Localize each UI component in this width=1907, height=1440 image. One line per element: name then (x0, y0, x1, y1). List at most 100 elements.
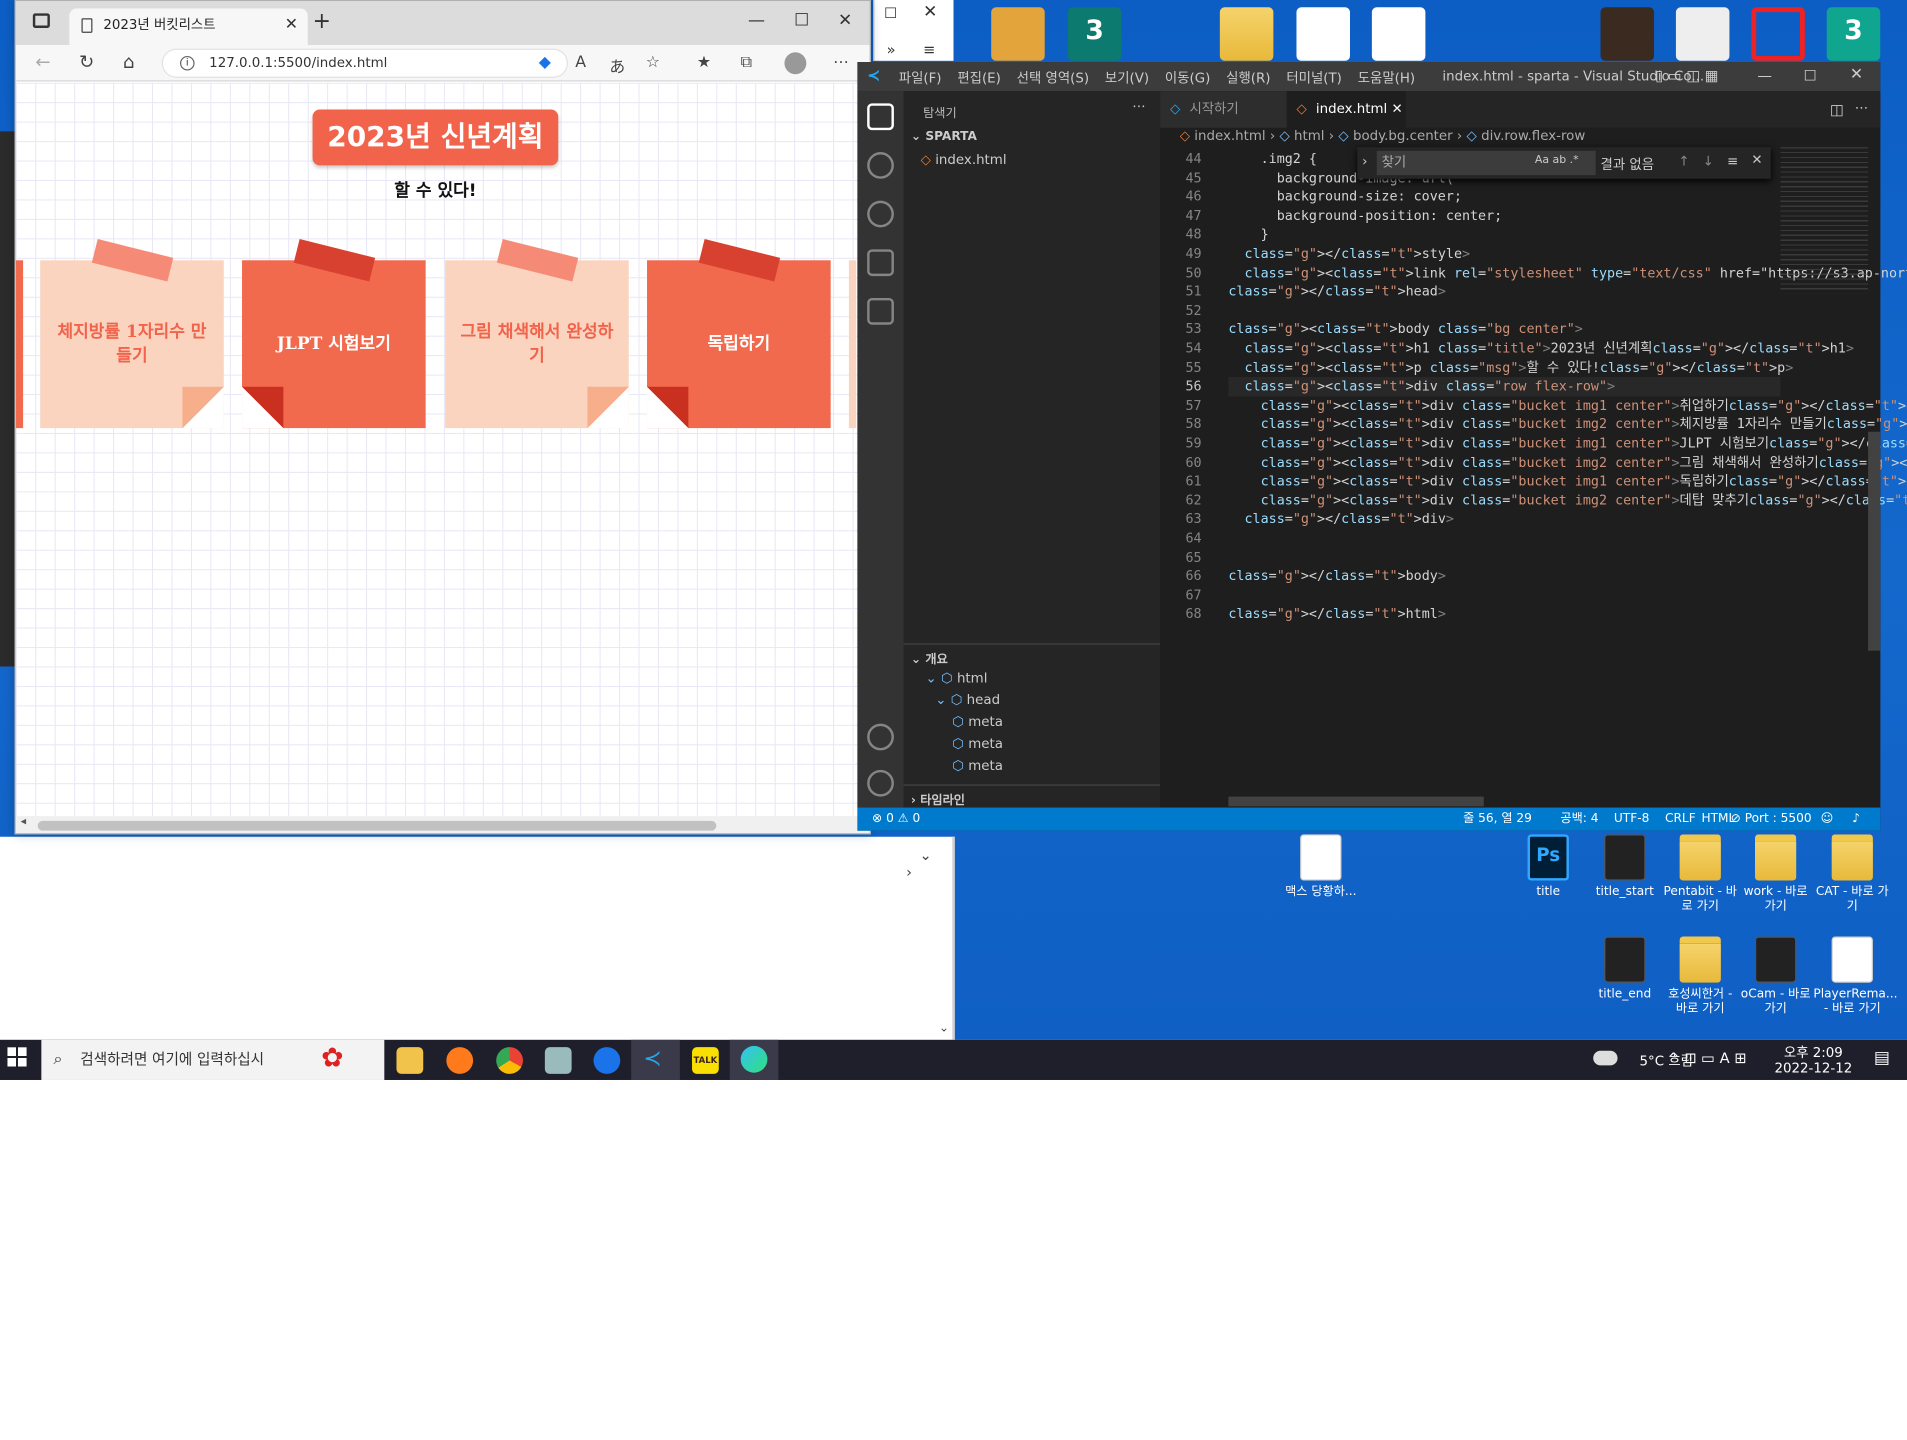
outline-item[interactable]: ⌄ ⬡ head (935, 692, 1000, 708)
breadcrumb-item[interactable]: div.row.flex-row (1481, 128, 1585, 144)
outline-item[interactable]: ⬡ meta (952, 714, 1003, 730)
browser-tab[interactable]: 2023년 버킷리스트 ✕ (69, 8, 308, 45)
more-options-icon[interactable]: ⋯ (833, 54, 849, 72)
address-bar[interactable]: i 127.0.0.1:5500/index.html (161, 48, 568, 78)
horizontal-scrollbar[interactable]: ◂ (15, 816, 870, 834)
chevron-down-icon[interactable]: ⌄ (919, 846, 931, 863)
minimize-icon[interactable]: — (748, 11, 765, 30)
previous-match-icon[interactable]: ↑ (1678, 153, 1689, 169)
cursor-position[interactable]: 줄 56, 열 29 (1463, 808, 1532, 831)
desktop-icon[interactable]: oCam - 바로 가기 (1737, 936, 1815, 1016)
vscode-taskbar-button[interactable]: ≺ (631, 1039, 680, 1080)
back-icon[interactable]: ← (35, 51, 50, 73)
paint-app-icon[interactable] (544, 1047, 572, 1074)
date[interactable]: 2022-12-12 (1771, 1061, 1856, 1077)
ocam-record-icon[interactable] (1751, 7, 1805, 61)
problems-status[interactable]: ⊗ 0 ⚠ 0 (872, 808, 920, 831)
tag-icon[interactable]: ◆ (539, 54, 551, 72)
desktop-icon[interactable]: CAT - 바로 가기 (1813, 834, 1891, 914)
close-window-icon[interactable]: ✕ (838, 11, 852, 30)
line-ending[interactable]: CRLF (1665, 808, 1696, 831)
3ds-max-icon[interactable]: 3 (1826, 7, 1881, 61)
extensions-icon[interactable] (867, 297, 894, 325)
home-icon[interactable]: ⌂ (123, 51, 135, 73)
desktop-icon[interactable]: Pentabit - 바로 가기 (1661, 834, 1739, 914)
3ds-max-ms-icon[interactable]: 3 (1067, 7, 1122, 61)
tray-icons[interactable]: ^ ⊡ ▭ A ⊞ (1667, 1050, 1746, 1067)
indentation[interactable]: 공백: 4 (1560, 808, 1598, 831)
desktop-icon[interactable]: 맥스 당황하... (1282, 834, 1360, 900)
feedback-icon[interactable]: ☺ (1821, 808, 1834, 831)
maximize-icon[interactable]: ☐ (794, 11, 809, 30)
read-aloud-icon[interactable]: A (575, 54, 586, 72)
edge-taskbar-button[interactable] (729, 1039, 779, 1080)
search-icon[interactable] (867, 152, 894, 179)
menu-item[interactable]: 파일(F) (899, 71, 942, 87)
refresh-icon[interactable]: ↻ (79, 51, 94, 73)
file-explorer-icon[interactable] (396, 1047, 424, 1074)
breadcrumb-item[interactable]: index.html (1194, 128, 1265, 144)
folder-sparta[interactable]: ⌄ SPARTA (911, 130, 977, 143)
notification-center-icon[interactable]: ▤ (1874, 1048, 1890, 1067)
find-options[interactable]: Aa ab .* (1535, 154, 1579, 166)
close-find-icon[interactable]: ✕ (1751, 152, 1762, 168)
explorer-icon[interactable] (867, 103, 894, 131)
horizontal-scrollbar[interactable] (1228, 796, 1484, 807)
profile-avatar[interactable] (784, 52, 807, 75)
split-editor-icon[interactable]: ◫ (1830, 101, 1844, 118)
breadcrumb-item[interactable]: html (1294, 128, 1324, 144)
menu-item[interactable]: 실행(R) (1226, 71, 1270, 87)
favorites-icon[interactable]: ★ (697, 54, 711, 72)
account-icon[interactable] (867, 723, 894, 751)
scroll-down-icon[interactable]: ⌄ (939, 1022, 949, 1035)
desktop-icon[interactable]: work - 바로 가기 (1737, 834, 1815, 914)
scroll-left-icon[interactable]: ◂ (21, 816, 27, 828)
run-debug-icon[interactable] (867, 249, 894, 277)
toggle-replace-icon[interactable]: › (1362, 153, 1367, 169)
maximize-icon[interactable]: ☐ (884, 5, 897, 22)
document-icon[interactable] (1371, 7, 1426, 61)
zbrush-icon[interactable] (1675, 7, 1730, 61)
close-tab-icon[interactable]: ✕ (285, 9, 298, 43)
blue-app-icon[interactable] (593, 1047, 621, 1074)
vertical-scrollbar[interactable] (1868, 431, 1881, 651)
desktop-icon[interactable]: title_start (1586, 834, 1664, 900)
menu-item[interactable]: 편집(E) (957, 71, 1001, 87)
editor-tab[interactable]: ◇ index.html ✕ (1286, 91, 1406, 128)
maximize-icon[interactable]: ☐ (1804, 67, 1817, 84)
encoding[interactable]: UTF-8 (1614, 808, 1649, 831)
menu-item[interactable]: 이동(G) (1165, 71, 1210, 87)
more-actions-icon[interactable]: ⋯ (1855, 100, 1868, 116)
next-match-icon[interactable]: ↓ (1703, 153, 1714, 169)
outline-header[interactable]: ⌄ 개요 (911, 648, 948, 666)
minimize-icon[interactable]: — (1757, 67, 1772, 84)
document-icon[interactable] (1296, 7, 1350, 61)
folder-icon[interactable] (1219, 7, 1274, 61)
settings-gear-icon[interactable] (867, 769, 894, 797)
notifications-icon[interactable]: ♪ (1852, 808, 1860, 831)
add-favorite-icon[interactable]: ☆ (646, 54, 660, 72)
site-info-icon[interactable]: i (179, 55, 195, 71)
chevron-right-icon[interactable]: › (906, 864, 912, 881)
translate-icon[interactable]: あ (609, 54, 625, 76)
tab-actions-icon[interactable] (32, 13, 50, 28)
outline-item[interactable]: ⬡ meta (952, 758, 1003, 774)
find-in-selection-icon[interactable]: ≡ (1727, 153, 1738, 169)
chrome-icon[interactable] (496, 1047, 523, 1074)
live-server-port[interactable]: ⊘ Port : 5500 (1731, 808, 1812, 831)
timeline-header[interactable]: › 타임라인 (911, 789, 965, 807)
editor-tab[interactable]: ◇ 시작하기 (1160, 91, 1287, 128)
book-app-icon[interactable] (1600, 7, 1655, 61)
menu-item[interactable]: 터미널(T) (1286, 71, 1342, 87)
windows-start-icon[interactable] (7, 1047, 27, 1067)
menu-item[interactable]: 보기(V) (1105, 71, 1149, 87)
chevron-double-right-icon[interactable]: » (887, 41, 896, 58)
close-icon[interactable]: ✕ (923, 2, 937, 21)
menu-item[interactable]: 선택 영역(S) (1017, 71, 1089, 87)
minimap[interactable] (1780, 147, 1869, 294)
desktop-icon[interactable]: PlayerRema... - 바로 가기 (1813, 936, 1898, 1016)
new-tab-icon[interactable]: + (313, 9, 331, 35)
close-tab-icon[interactable]: ✕ (1387, 101, 1403, 117)
firefox-icon[interactable] (446, 1047, 474, 1074)
menu-item[interactable]: 도움말(H) (1358, 71, 1415, 87)
